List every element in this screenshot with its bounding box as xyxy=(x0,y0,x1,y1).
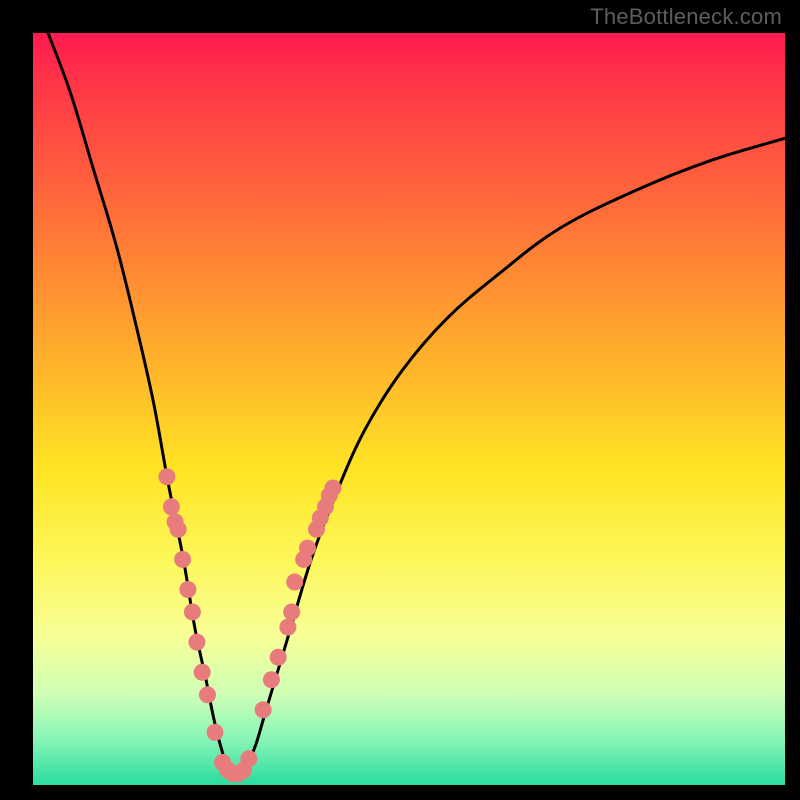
highlight-dot xyxy=(174,551,191,568)
highlight-dots-group xyxy=(158,468,341,782)
highlight-dot xyxy=(325,480,342,497)
highlight-dot xyxy=(179,581,196,598)
highlight-dot xyxy=(255,701,272,718)
highlight-dot xyxy=(194,664,211,681)
bottleneck-curve xyxy=(48,33,785,778)
plot-area xyxy=(33,33,785,785)
highlight-dot xyxy=(163,498,180,515)
highlight-dot xyxy=(184,604,201,621)
highlight-dot xyxy=(199,686,216,703)
highlight-dot xyxy=(286,574,303,591)
watermark-text: TheBottleneck.com xyxy=(590,4,782,30)
chart-svg xyxy=(33,33,785,785)
chart-frame: TheBottleneck.com xyxy=(0,0,800,800)
highlight-dot xyxy=(263,671,280,688)
highlight-dot xyxy=(240,750,257,767)
highlight-dot xyxy=(270,649,287,666)
highlight-dot xyxy=(207,724,224,741)
highlight-dot xyxy=(299,540,316,557)
highlight-dot xyxy=(279,619,296,636)
highlight-dot xyxy=(283,604,300,621)
highlight-dot xyxy=(158,468,175,485)
highlight-dot xyxy=(170,521,187,538)
highlight-dot xyxy=(188,634,205,651)
